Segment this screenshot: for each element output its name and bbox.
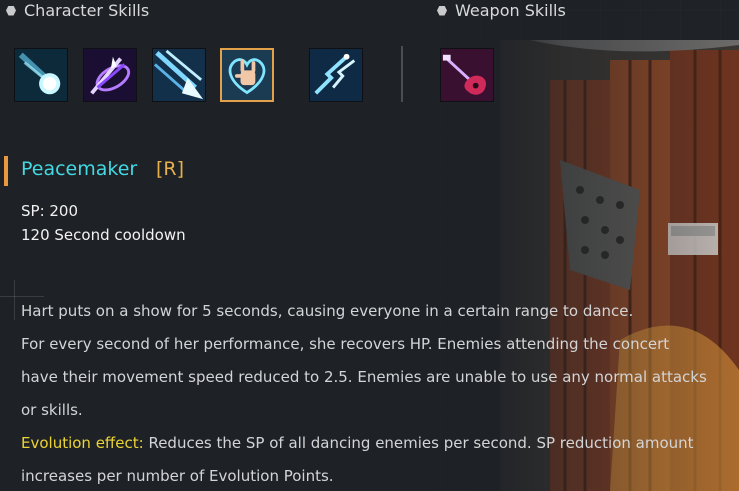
purple-slash-skill-icon[interactable] <box>83 48 137 102</box>
lightning-burst-skill-icon[interactable] <box>309 48 363 102</box>
skill-divider <box>401 46 403 102</box>
skill-name: Peacemaker <box>21 158 138 180</box>
skill-hotkey: [R] <box>156 158 185 180</box>
title-accent-bar <box>4 156 8 186</box>
skill-cooldown: 120 Second cooldown <box>21 226 186 244</box>
evolution-effect-label: Evolution effect: <box>21 434 144 452</box>
background-scene <box>470 40 739 491</box>
rock-hand-heart-skill-icon[interactable] <box>220 48 274 102</box>
character-skills-label: Character Skills <box>24 1 150 20</box>
evolution-effect-line: increases per number of Evolution Points… <box>21 467 334 485</box>
description-line: Hart puts on a show for 5 seconds, causi… <box>21 302 634 320</box>
hexagon-bullet-icon <box>6 5 16 16</box>
description-line: or skills. <box>21 401 83 419</box>
weapon-skills-label: Weapon Skills <box>455 1 566 20</box>
electric-guitar-skill-icon[interactable] <box>440 48 494 102</box>
hexagon-bullet-icon <box>437 5 447 16</box>
character-skills-header: Character Skills <box>6 1 149 20</box>
evolution-effect-line: Evolution effect: Reduces the SP of all … <box>21 434 694 452</box>
evolution-effect-text: Reduces the SP of all dancing enemies pe… <box>143 434 694 452</box>
decorative-line <box>14 280 15 320</box>
skill-sp-cost: SP: 200 <box>21 202 79 220</box>
decorative-line <box>0 296 44 297</box>
description-line: For every second of her performance, she… <box>21 335 670 353</box>
weapon-skills-header: Weapon Skills <box>437 1 566 20</box>
comet-skill-icon[interactable] <box>14 48 68 102</box>
description-line: have their movement speed reduced to 2.5… <box>21 368 707 386</box>
arrow-volley-skill-icon[interactable] <box>152 48 206 102</box>
